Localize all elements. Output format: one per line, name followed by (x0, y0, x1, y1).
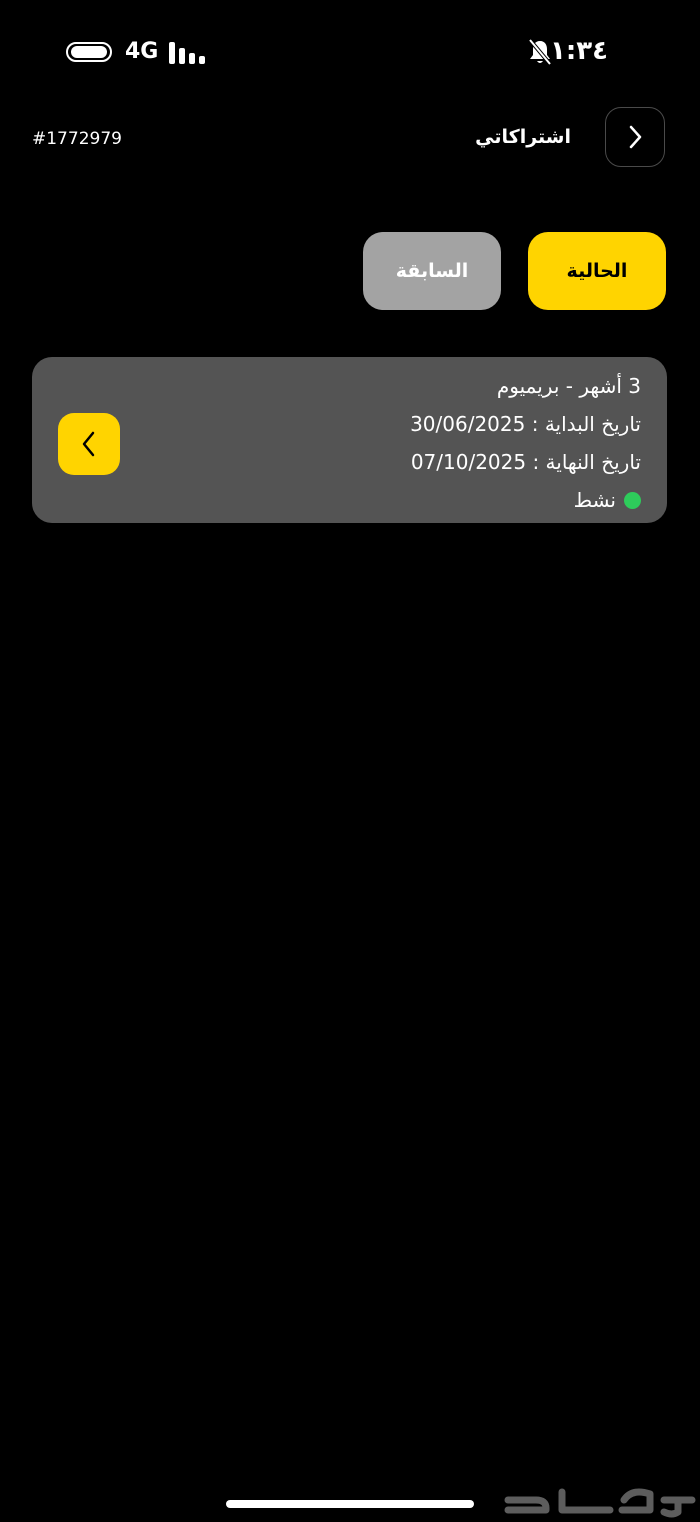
status-time: ١:٣٤ (549, 36, 608, 66)
tab-previous-label: السابقة (395, 260, 469, 282)
chevron-left-icon (82, 431, 95, 457)
card-details-button[interactable] (58, 413, 120, 475)
tab-current-label: الحالية (566, 260, 628, 282)
signal-icon (169, 42, 205, 64)
home-indicator (226, 1500, 474, 1508)
subscription-plan: 3 أشهر - بريميوم (496, 374, 641, 398)
subscription-card[interactable]: 3 أشهر - بريميوم تاريخ البداية : 30/06/2… (32, 357, 667, 523)
haraj-watermark-logo (504, 1488, 696, 1518)
tab-previous[interactable]: السابقة (363, 232, 501, 310)
back-button[interactable] (605, 107, 665, 167)
order-number: #1772979 (32, 129, 122, 149)
page-title: اشتراكاتي (475, 126, 571, 148)
status-dot (624, 491, 641, 509)
battery-icon (66, 42, 112, 62)
subscription-end-date: تاريخ النهاية : 07/10/2025 (410, 450, 641, 474)
status-label: نشط (573, 488, 616, 512)
tab-current[interactable]: الحالية (528, 232, 666, 310)
chevron-right-icon (629, 125, 642, 149)
subscription-start-date: تاريخ البداية : 30/06/2025 (410, 412, 641, 436)
network-label: 4G (125, 39, 159, 64)
subscription-status: نشط (574, 485, 641, 515)
